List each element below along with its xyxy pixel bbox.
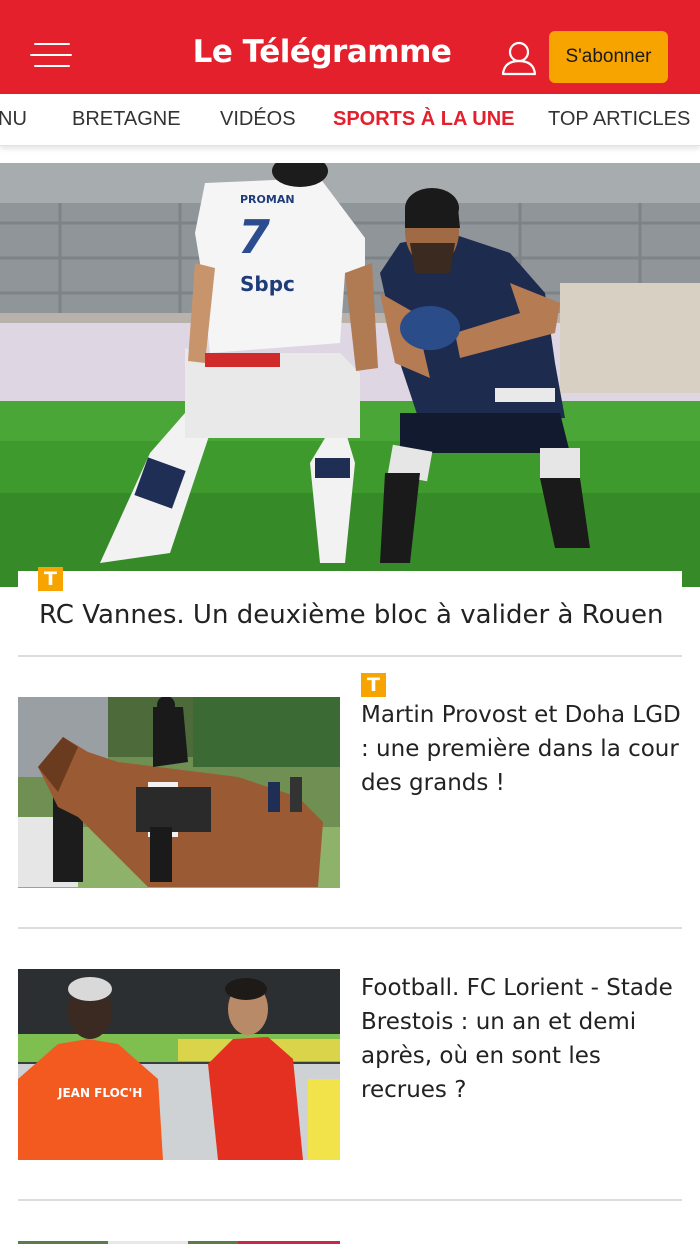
section-nav: NU BRETAGNE VIDÉOS SPORTS À LA UNE TOP A… <box>0 94 700 146</box>
tab-videos[interactable]: VIDÉOS <box>220 108 296 131</box>
article-thumbnail[interactable]: JEAN FLOC'H <box>18 969 340 1160</box>
article-title[interactable]: Football. FC Lorient - Stade Brestois : … <box>361 971 686 1107</box>
divider <box>18 1199 682 1201</box>
divider <box>18 655 682 657</box>
hero-jersey-brand: PROMAN <box>240 193 295 206</box>
hero-article-card[interactable]: T RC Vannes. Un deuxième bloc à valider … <box>18 567 682 655</box>
subscribe-button[interactable]: S'abonner <box>549 31 668 83</box>
app-header: Le Télégramme S'abonner <box>0 0 700 94</box>
tab-sports-a-la-une[interactable]: SPORTS À LA UNE <box>333 108 515 131</box>
site-logo[interactable]: Le Télégramme <box>190 34 454 70</box>
tab-menu[interactable]: NU <box>0 108 27 131</box>
hero-article-title[interactable]: RC Vannes. Un deuxième bloc à valider à … <box>39 600 663 630</box>
hero-jersey-number: 7 <box>238 210 270 264</box>
hero-image[interactable]: 7 Sbpc PROMAN <box>0 163 700 587</box>
premium-badge: T <box>38 567 63 591</box>
hero-jersey-sponsor: Sbpc <box>240 272 295 296</box>
hamburger-menu-icon[interactable] <box>30 43 72 69</box>
divider <box>18 927 682 929</box>
article-thumbnail[interactable] <box>18 697 340 888</box>
article-title[interactable]: Martin Provost et Doha LGD : une premièr… <box>361 698 686 800</box>
user-account-icon[interactable] <box>500 40 538 76</box>
thumbnail-jersey-text: JEAN FLOC'H <box>57 1086 142 1100</box>
tab-top-articles[interactable]: TOP ARTICLES <box>548 108 690 131</box>
article-thumbnail[interactable] <box>18 1236 340 1244</box>
tab-bretagne[interactable]: BRETAGNE <box>72 108 181 131</box>
premium-badge: T <box>361 673 386 697</box>
